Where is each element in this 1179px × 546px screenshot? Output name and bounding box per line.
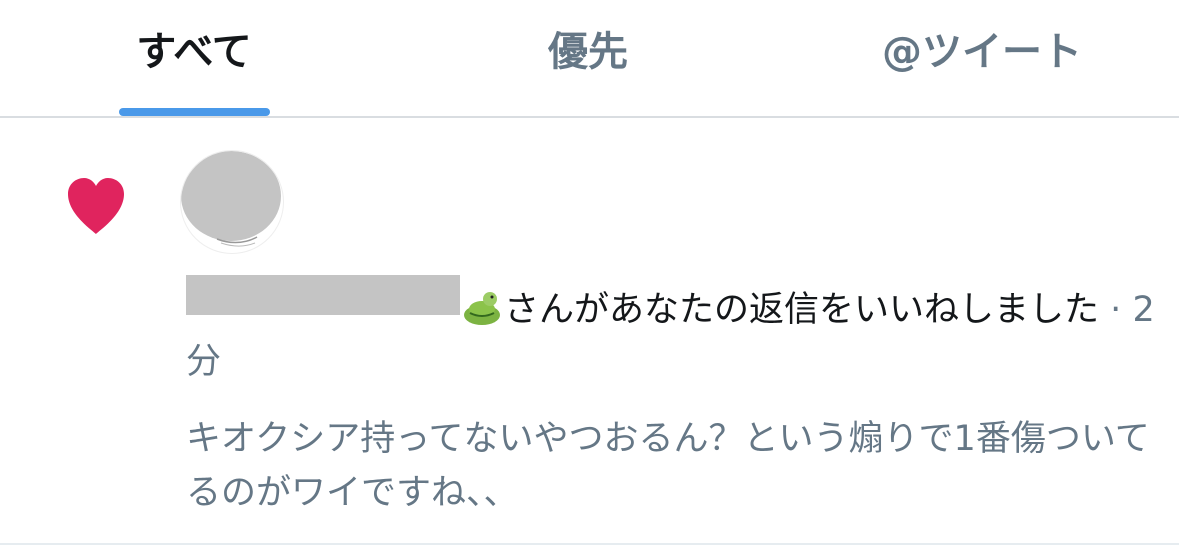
tab-all[interactable]: すべて bbox=[94, 24, 294, 80]
avatar[interactable] bbox=[180, 150, 284, 254]
liked-tweet-text: キオクシア持ってないやつおるん？という煽りで1番傷ついてるのがワイですね、、 bbox=[186, 419, 1150, 513]
active-tab-indicator bbox=[119, 108, 270, 116]
notification-action-text: さんがあなたの返信をいいねしました bbox=[504, 290, 1100, 330]
notification-separator: · bbox=[1110, 290, 1122, 330]
notification-message: さんがあなたの返信をいいねしました · 2分 bbox=[186, 275, 1156, 388]
redacted-username[interactable] bbox=[186, 275, 460, 315]
tab-bar: すべて 優先 @ツイート bbox=[0, 0, 1179, 118]
tab-priority[interactable]: 優先 bbox=[488, 24, 688, 80]
heart-icon bbox=[68, 178, 124, 234]
tab-mentions[interactable]: @ツイート bbox=[852, 24, 1112, 80]
like-notification[interactable]: さんがあなたの返信をいいねしました · 2分 キオクシア持ってないやつおるん？と… bbox=[0, 118, 1179, 546]
snake-emoji-icon bbox=[464, 292, 500, 325]
divider bbox=[0, 543, 1179, 545]
avatar-sketch bbox=[216, 236, 258, 247]
